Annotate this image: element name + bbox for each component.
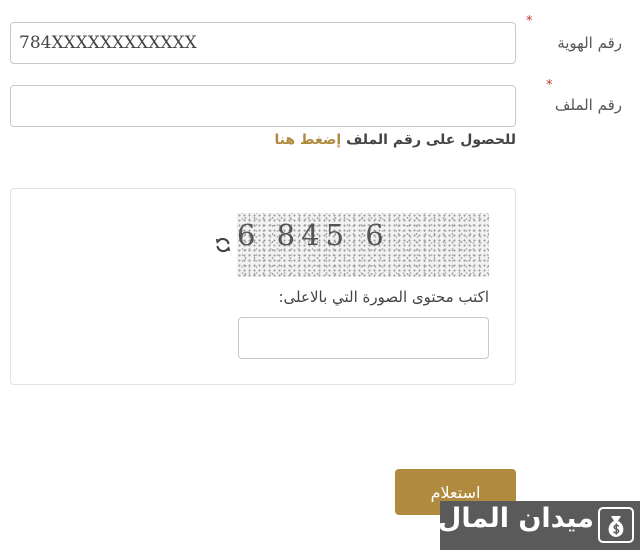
file-number-help-text: للحصول على رقم الملف <box>346 132 516 148</box>
captcha-image: 6 845 6 <box>237 213 489 277</box>
money-bag-icon <box>598 507 634 543</box>
file-number-label: رقم الملف <box>554 96 622 114</box>
refresh-icon[interactable] <box>214 236 232 254</box>
captcha-input[interactable] <box>238 317 489 359</box>
file-number-input[interactable] <box>10 85 516 127</box>
file-number-required-marker: * <box>546 78 553 93</box>
watermark-text: ميدان المال <box>437 503 594 534</box>
id-number-input[interactable] <box>10 22 516 64</box>
click-here-link[interactable]: إضغط هنا <box>274 132 341 148</box>
watermark: ميدان المال <box>437 501 640 550</box>
id-number-label: رقم الهوية <box>557 34 622 52</box>
id-number-required-marker: * <box>526 14 533 29</box>
file-number-help: للحصول على رقم الملف إضغط هنا <box>274 132 516 148</box>
captcha-image-text: 6 845 6 <box>237 218 390 252</box>
captcha-instruction-label: اكتب محتوى الصورة التي بالاعلى: <box>278 288 489 306</box>
